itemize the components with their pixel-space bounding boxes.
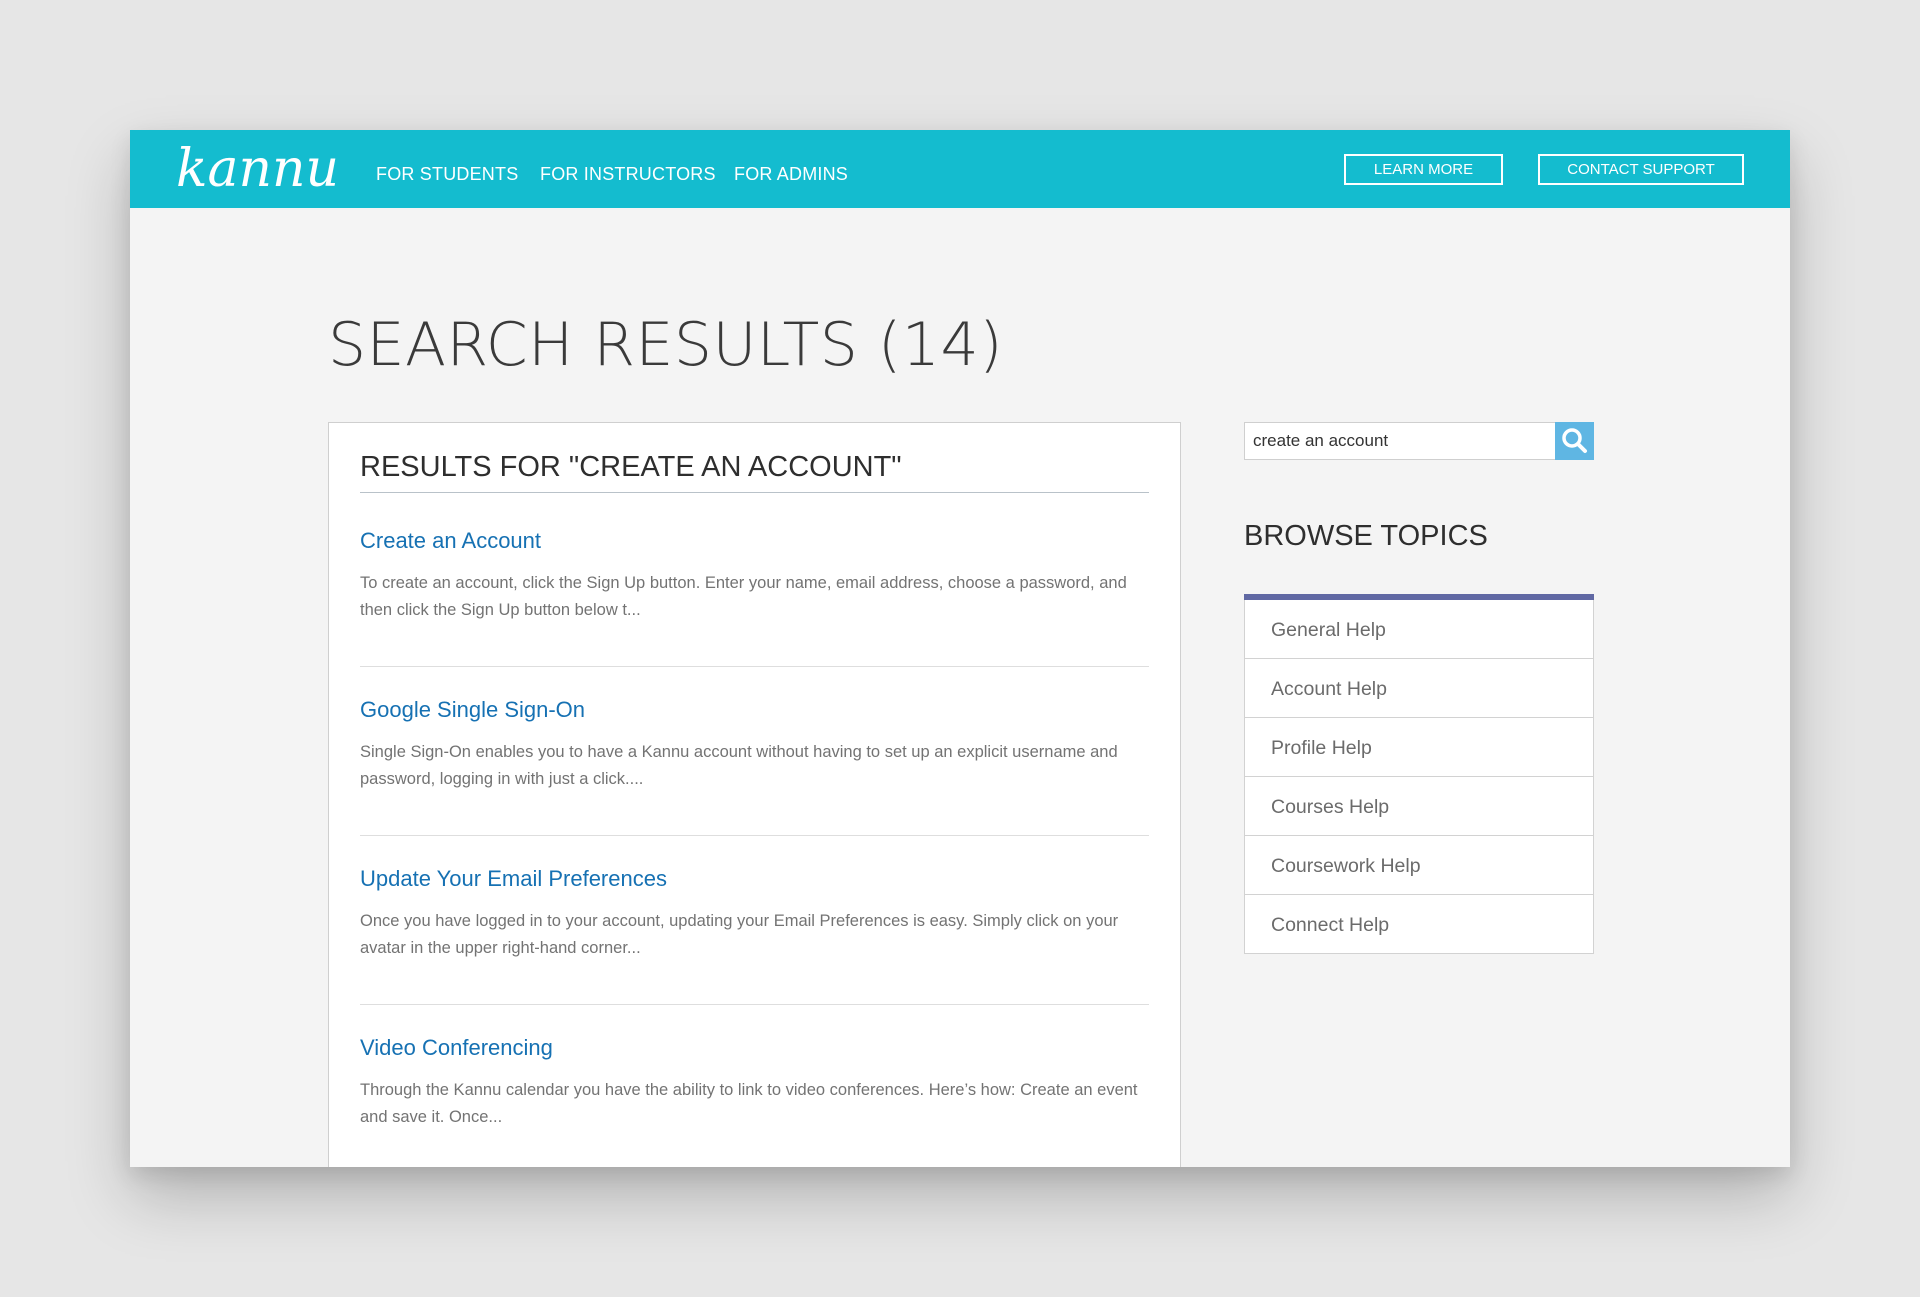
- result-snippet: Single Sign-On enables you to have a Kan…: [360, 743, 1118, 788]
- topics-list: General Help Account Help Profile Help C…: [1244, 594, 1594, 954]
- search-input[interactable]: [1245, 423, 1551, 459]
- browse-topics-heading: BROWSE TOPICS: [1244, 520, 1488, 552]
- result-divider: [360, 1004, 1149, 1005]
- result-title-link[interactable]: Video Conferencing: [360, 1035, 553, 1061]
- topic-account-help[interactable]: Account Help: [1244, 659, 1594, 718]
- results-heading: RESULTS FOR "CREATE AN ACCOUNT": [360, 451, 1149, 493]
- top-navigation-bar: kannu FOR STUDENTS FOR INSTRUCTORS FOR A…: [130, 130, 1790, 208]
- result-item: Video Conferencing Through the Kannu cal…: [360, 1035, 1149, 1131]
- result-snippet: Through the Kannu calendar you have the …: [360, 1081, 1138, 1126]
- search-icon: [1562, 428, 1587, 453]
- topic-connect-help[interactable]: Connect Help: [1244, 895, 1594, 954]
- contact-support-button[interactable]: CONTACT SUPPORT: [1538, 154, 1744, 185]
- browser-window: kannu FOR STUDENTS FOR INSTRUCTORS FOR A…: [130, 130, 1790, 1167]
- topic-coursework-help[interactable]: Coursework Help: [1244, 836, 1594, 895]
- result-title-link[interactable]: Google Single Sign-On: [360, 697, 585, 723]
- search-results-panel: RESULTS FOR "CREATE AN ACCOUNT" Create a…: [328, 422, 1181, 1167]
- search-box: [1244, 422, 1556, 460]
- result-snippet: To create an account, click the Sign Up …: [360, 574, 1127, 619]
- result-item: Create an Account To create an account, …: [360, 528, 1149, 624]
- nav-for-students[interactable]: FOR STUDENTS: [376, 130, 518, 208]
- topic-courses-help[interactable]: Courses Help: [1244, 777, 1594, 836]
- learn-more-button[interactable]: LEARN MORE: [1344, 154, 1503, 185]
- result-item: Update Your Email Preferences Once you h…: [360, 866, 1149, 962]
- nav-for-instructors[interactable]: FOR INSTRUCTORS: [540, 130, 716, 208]
- result-divider: [360, 835, 1149, 836]
- result-title-link[interactable]: Update Your Email Preferences: [360, 866, 667, 892]
- result-title-link[interactable]: Create an Account: [360, 528, 541, 554]
- page-title: SEARCH RESULTS (14): [328, 310, 1004, 380]
- nav-for-admins[interactable]: FOR ADMINS: [734, 130, 848, 208]
- result-divider: [360, 666, 1149, 667]
- topic-general-help[interactable]: General Help: [1244, 600, 1594, 659]
- result-snippet: Once you have logged in to your account,…: [360, 912, 1119, 957]
- result-item: Google Single Sign-On Single Sign-On ena…: [360, 697, 1149, 793]
- search-button[interactable]: [1555, 422, 1594, 460]
- topic-profile-help[interactable]: Profile Help: [1244, 718, 1594, 777]
- kannu-logo[interactable]: kannu: [176, 134, 339, 204]
